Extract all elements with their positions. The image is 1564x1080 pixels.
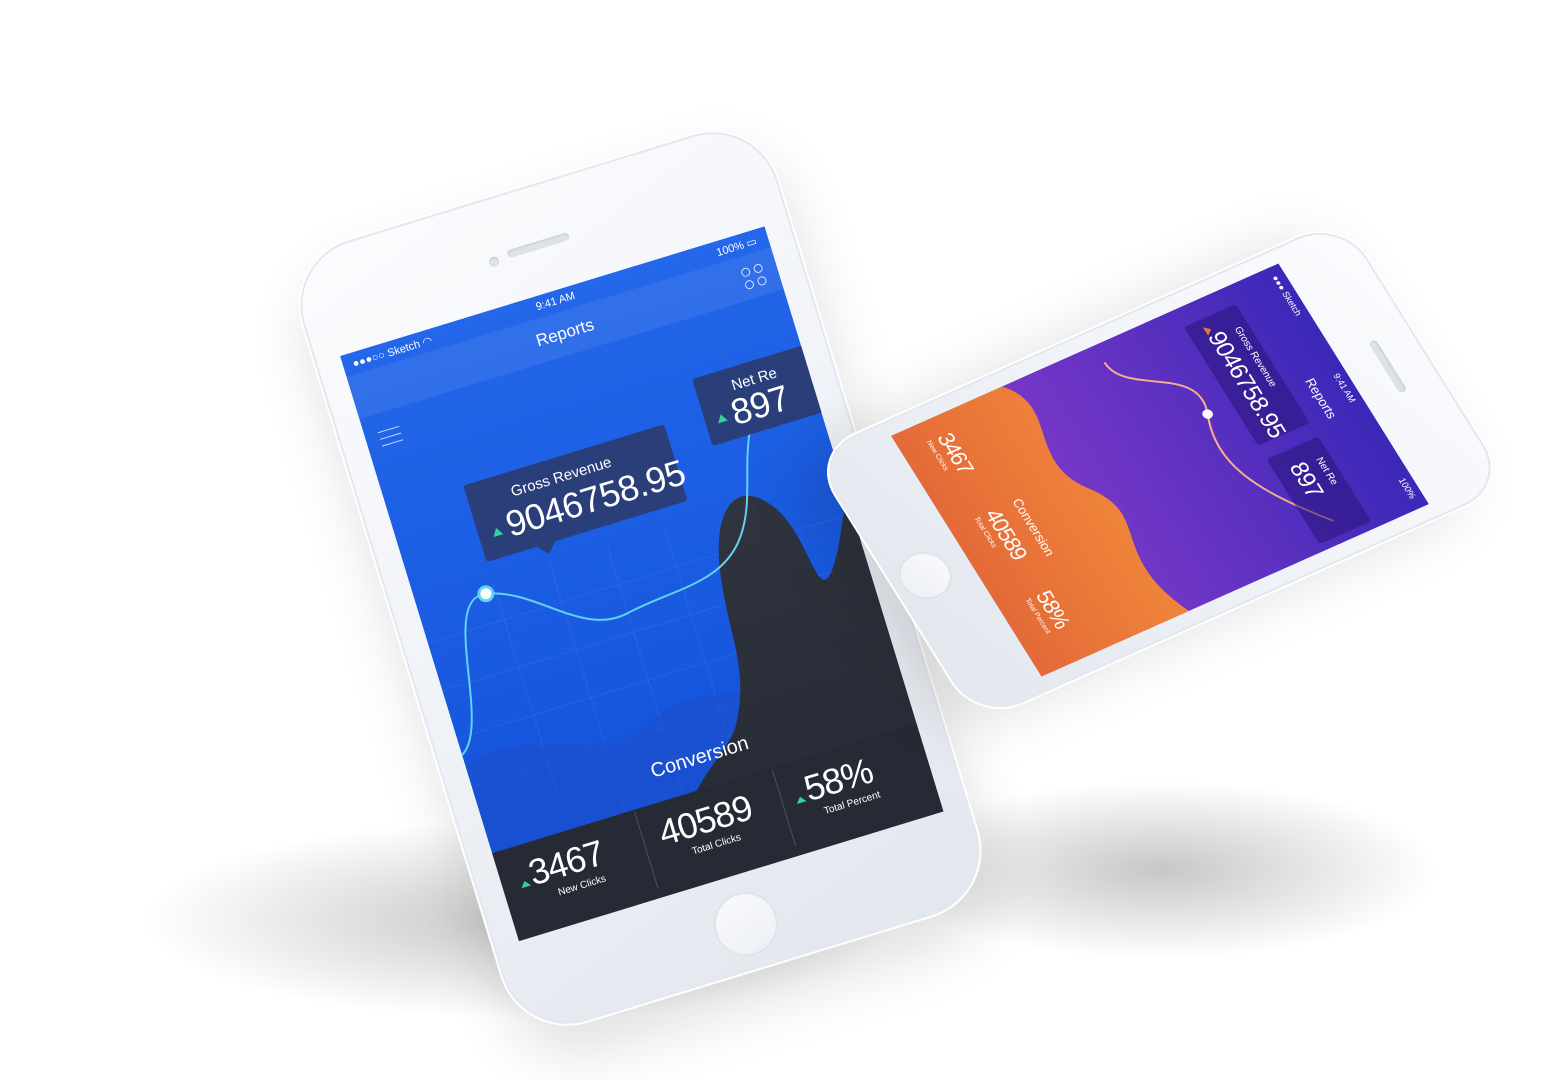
front-camera-icon [487, 255, 501, 269]
home-button[interactable] [705, 884, 786, 965]
trend-up-icon [491, 526, 504, 538]
home-button[interactable] [888, 544, 962, 608]
back-screen: ●●● Sketch 9:41 AM 100% Reports Gross Re… [891, 263, 1429, 677]
speaker-icon [506, 232, 571, 259]
trend-up-icon [715, 412, 728, 424]
battery-percent: 100% [1396, 476, 1419, 501]
speaker-icon [1368, 339, 1408, 394]
